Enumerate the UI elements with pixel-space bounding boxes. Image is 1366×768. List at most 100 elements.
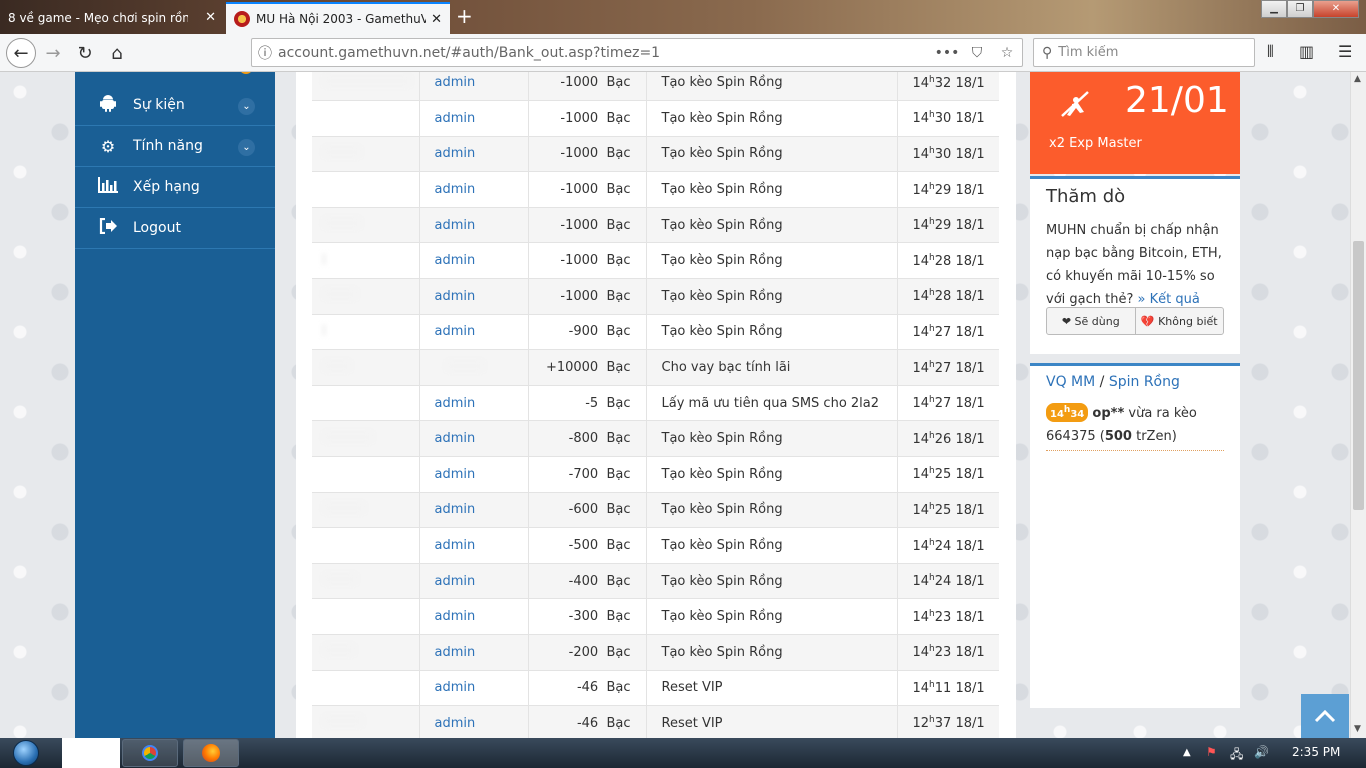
amount-cell: -1000 Bạc [528,136,647,173]
amount-value: -900 [568,324,599,340]
admin-link[interactable]: admin [435,467,476,482]
library-icon[interactable]: ⫴ [1267,42,1274,62]
volume-icon[interactable]: 🔊 [1254,745,1269,759]
chevron-down-icon: ⌄ [238,139,255,156]
admin-link[interactable]: admin [435,396,476,411]
admin-link[interactable]: admin [435,431,476,446]
window-minimize-button[interactable]: ▁ [1261,0,1287,18]
page-scrollbar[interactable]: ▲ ▼ [1350,72,1366,738]
url-bar[interactable]: ⓘ account.gamethuvn.net/#auth/Bank_out.a… [251,38,1023,67]
taskbar-chrome-button[interactable] [122,739,178,767]
scroll-to-top-button[interactable] [1301,694,1349,738]
sidebar-toggle-icon[interactable]: ▥ [1299,42,1314,61]
sidebar-item-tinh-nang[interactable]: ⚙ Tính năng ⌄ [75,126,275,167]
currency-label: Bạc [606,715,631,731]
admin-link[interactable]: admin [435,289,476,304]
home-icon[interactable]: ⌂ [102,38,132,68]
poll-option-khong-biet-button[interactable]: 💔 Không biết [1134,308,1224,334]
start-button[interactable] [6,738,46,768]
poll-option-se-dung-button[interactable]: ❤ Sẽ dùng [1047,308,1135,334]
log-text-end: trZen) [1131,429,1177,444]
scroll-up-arrow-icon[interactable]: ▲ [1354,74,1361,84]
admin-link[interactable]: admin [435,680,476,695]
tab-close-icon[interactable]: ✕ [431,12,442,27]
back-arrow-icon[interactable]: ← [6,38,36,68]
info-icon[interactable]: ⓘ [252,43,278,63]
poll-result-link[interactable]: » Kết quả [1138,292,1200,307]
description-cell: Tạo kèo Spin Rồng [646,136,898,173]
currency-label: Bạc [606,217,631,233]
more-actions-icon[interactable]: ••• [932,45,962,61]
tab-mu-ha-noi[interactable]: MU Hà Nội 2003 - GamethuVN.net ✕ [226,2,450,34]
forward-arrow-icon[interactable]: → [38,38,68,68]
currency-label: Bạc [606,253,631,269]
admin-link[interactable]: admin [435,324,476,339]
search-bar[interactable]: ⚲ [1033,38,1255,67]
browser-tab-bar: 8 về game - Mẹo chơi spin rồng và ✕ MU H… [0,0,1366,34]
admin-link[interactable]: admin [435,574,476,589]
description-cell: Tạo kèo Spin Rồng [646,492,898,529]
description-cell: Reset VIP [646,670,898,707]
sidebar-item-su-kien[interactable]: Sự kiện ⌄ [75,85,275,126]
currency-label: Bạc [606,395,631,411]
description-text: Tạo kèo Spin Rồng [661,75,783,91]
hamburger-menu-icon[interactable]: ☰ [1338,42,1352,61]
currency-label: Bạc [606,644,631,660]
tab-8-ve-game[interactable]: 8 về game - Mẹo chơi spin rồng và ✕ [0,2,224,34]
window-maximize-button[interactable]: ❐ [1287,0,1313,18]
system-clock[interactable]: 2:35 PM [1292,745,1340,759]
admin-cell: admin [419,456,529,493]
reload-icon[interactable]: ↻ [70,38,100,68]
admin-cell: admin [419,136,529,173]
description-cell: Tạo kèo Spin Rồng [646,563,898,600]
description-cell: Tạo kèo Spin Rồng [646,598,898,635]
admin-link[interactable]: admin [435,609,476,624]
pocket-icon[interactable]: ⛉ [962,45,992,61]
admin-link[interactable]: admin [435,716,476,731]
action-center-flag-icon[interactable]: ⚑ [1206,745,1217,759]
sidebar-item-logout[interactable]: Logout [75,208,275,249]
admin-link[interactable]: admin [435,218,476,233]
admin-link[interactable]: admin [435,182,476,197]
sidebar-item-label: Sự kiện [133,97,185,113]
bookmark-star-icon[interactable]: ☆ [992,45,1022,61]
admin-cell: admin [419,385,529,422]
username-cell [312,492,420,529]
sidebar-item-xep-hang[interactable]: Xếp hạng [75,167,275,208]
new-tab-button[interactable]: + [456,4,473,28]
admin-link[interactable]: admin [435,75,476,90]
admin-cell: admin [419,100,529,137]
spin-rong-link[interactable]: Spin Rồng [1109,374,1180,390]
amount-value: -46 [576,715,599,731]
taskbar-firefox-button[interactable] [183,739,239,767]
android-icon [96,94,120,116]
tray-expand-icon[interactable]: ▲ [1183,747,1191,758]
amount-cell: -900 Bạc [528,314,647,351]
tab-close-icon[interactable]: ✕ [205,10,216,25]
description-text: Tạo kèo Spin Rồng [661,110,783,126]
url-text[interactable]: account.gamethuvn.net/#auth/Bank_out.asp… [278,45,932,61]
chevron-down-icon: ⌄ [238,98,255,115]
admin-link[interactable]: admin [435,502,476,517]
scroll-down-arrow-icon[interactable]: ▼ [1354,724,1361,734]
admin-link[interactable]: admin [435,538,476,553]
username-cell [312,634,420,671]
left-sidebar: Sự kiện ⌄ ⚙ Tính năng ⌄ Xếp hạng Logout [75,72,275,738]
time-rest: 24 18/1 [934,538,985,554]
event-banner[interactable]: 21/01 x2 Exp Master [1030,72,1240,174]
admin-link[interactable]: admin [435,645,476,660]
description-cell: Tạo kèo Spin Rồng [646,278,898,315]
currency-label: Bạc [606,182,631,198]
transaction-row: admin -600 Bạc Tạo kèo Spin Rồng 14h25 18/1 [312,492,999,529]
network-icon[interactable]: 🖧 [1230,745,1243,766]
redacted-name [322,217,362,230]
window-close-button[interactable]: ✕ [1313,0,1359,18]
admin-link[interactable]: admin [435,146,476,161]
time-hour: 14 [912,289,930,305]
time-hour: 14 [912,645,930,661]
vq-mm-link[interactable]: VQ MM [1046,374,1095,390]
admin-link[interactable]: admin [435,253,476,268]
admin-link[interactable]: admin [435,111,476,126]
search-input[interactable] [1058,45,1239,60]
scrollbar-thumb[interactable] [1353,241,1364,510]
